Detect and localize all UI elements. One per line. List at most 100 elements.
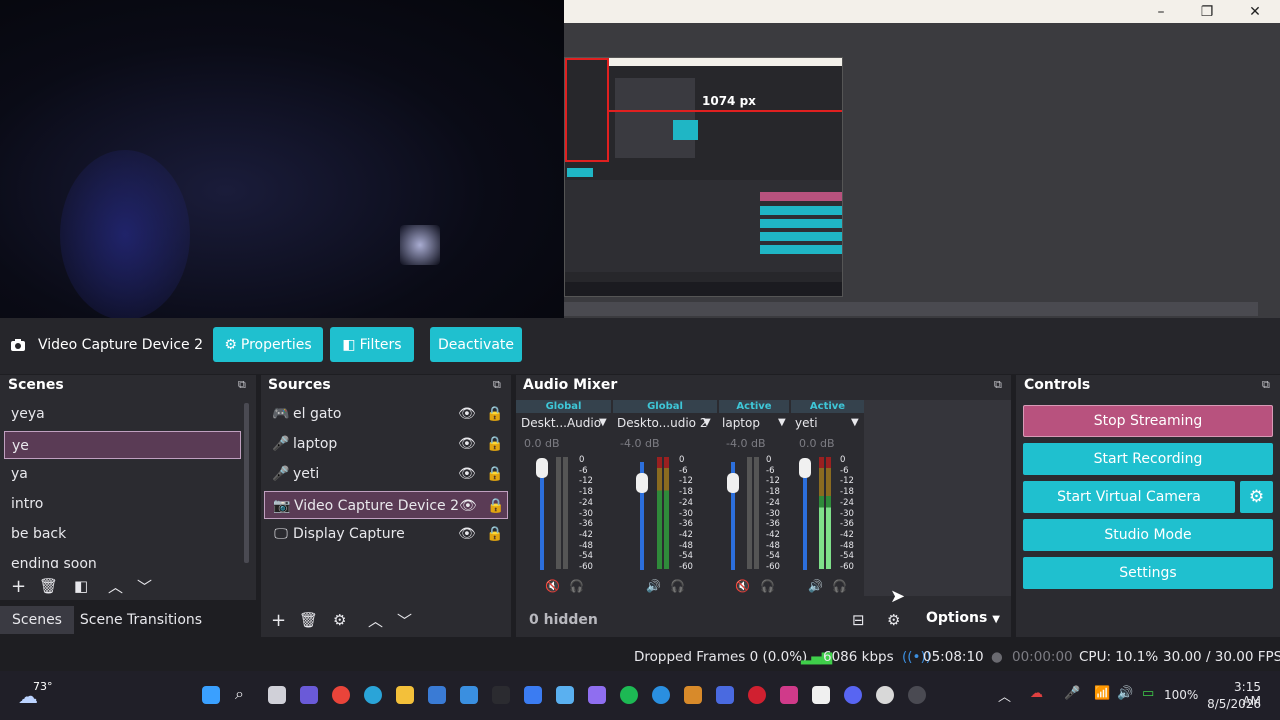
search-icon[interactable]: ⌕	[235, 684, 244, 704]
tab-scenes[interactable]: Scenes	[0, 606, 74, 634]
scene-item[interactable]: intro	[4, 490, 241, 518]
scene-scrollbar[interactable]	[244, 403, 249, 563]
instagram-icon[interactable]	[780, 686, 798, 704]
fader-handle[interactable]	[799, 458, 811, 478]
speaker-icon[interactable]: 🔊	[808, 579, 823, 593]
move-down-icon[interactable]: ﹀	[397, 610, 412, 631]
settings-button[interactable]: Settings	[1023, 557, 1273, 589]
filters-button[interactable]: ◧ Filters	[330, 327, 414, 362]
start-recording-button[interactable]: Start Recording	[1023, 443, 1273, 475]
microphone-icon[interactable]: 🎤	[1064, 686, 1080, 701]
app-icon[interactable]	[716, 686, 734, 704]
headphones-icon[interactable]: 🎧	[832, 579, 847, 593]
move-down-icon[interactable]: ﹀	[137, 576, 152, 597]
eye-icon[interactable]: 👁	[458, 400, 476, 428]
move-up-icon[interactable]: ︿	[368, 610, 383, 631]
virtual-camera-settings-icon[interactable]: ⚙	[1240, 481, 1273, 513]
options-button[interactable]: Options ▼	[926, 610, 1000, 626]
headphones-icon[interactable]: 🎧	[569, 579, 584, 593]
volume-fader[interactable]	[540, 462, 544, 570]
remove-source-icon[interactable]: 🗑	[299, 611, 318, 629]
undock-icon[interactable]: ⧉	[238, 378, 246, 392]
battery-icon[interactable]: ▭	[1142, 686, 1154, 701]
scene-filters-icon[interactable]: ◧	[74, 577, 88, 595]
speaker-icon[interactable]: 🔊	[646, 579, 661, 593]
undock-icon[interactable]: ⧉	[1262, 378, 1270, 392]
undock-icon[interactable]: ⧉	[994, 378, 1002, 392]
channel-menu-icon[interactable]: ▼	[851, 417, 859, 428]
preview-scrollbar[interactable]	[564, 302, 1258, 316]
teams-icon[interactable]	[300, 686, 318, 704]
eye-icon[interactable]: 👁	[458, 460, 476, 488]
cloud-status-icon[interactable]: ☁	[1030, 686, 1043, 701]
copilot-icon[interactable]	[556, 686, 574, 704]
lock-icon[interactable]: 🔒	[486, 400, 503, 428]
advanced-audio-icon[interactable]: ⚙	[887, 611, 900, 629]
add-scene-icon[interactable]: +	[11, 576, 26, 597]
source-row[interactable]: 📷 Video Capture Device 2 👁 🔒	[264, 491, 508, 519]
eye-icon[interactable]: 👁	[458, 430, 476, 458]
start-icon[interactable]	[202, 686, 220, 704]
muted-speaker-icon[interactable]: 🔇	[545, 579, 560, 593]
fader-handle[interactable]	[536, 458, 548, 478]
lock-icon[interactable]: 🔒	[486, 460, 503, 488]
edge-icon[interactable]	[364, 686, 382, 704]
clock-date[interactable]: 8/5/2026	[1203, 697, 1261, 711]
mail-icon[interactable]	[460, 686, 478, 704]
app-icon[interactable]	[684, 686, 702, 704]
chatgpt-icon[interactable]	[876, 686, 894, 704]
undock-icon[interactable]: ⧉	[493, 378, 501, 392]
scene-item[interactable]: be back	[4, 520, 241, 548]
channel-menu-icon[interactable]: ▼	[703, 417, 711, 428]
file-explorer-icon[interactable]	[396, 686, 414, 704]
chrome-icon[interactable]	[332, 686, 350, 704]
volume-icon[interactable]: 🔊	[1117, 686, 1133, 701]
stop-streaming-button[interactable]: Stop Streaming	[1023, 405, 1273, 437]
wifi-icon[interactable]: 📶	[1094, 686, 1110, 701]
eye-icon[interactable]: 👁	[459, 492, 477, 520]
source-row[interactable]: 🎤 yeti 👁 🔒	[264, 460, 508, 488]
studio-mode-button[interactable]: Studio Mode	[1023, 519, 1273, 551]
help-icon[interactable]	[652, 686, 670, 704]
headphones-icon[interactable]: 🎧	[760, 579, 775, 593]
fader-handle[interactable]	[636, 473, 648, 493]
source-properties-icon[interactable]: ⚙	[333, 611, 346, 629]
channel-menu-icon[interactable]: ▼	[778, 417, 786, 428]
remove-scene-icon[interactable]: 🗑	[39, 577, 58, 595]
chevron-up-icon[interactable]: ︿	[998, 686, 1011, 705]
properties-button[interactable]: ⚙ Properties	[213, 327, 323, 362]
channel-menu-icon[interactable]: ▼	[599, 417, 607, 428]
source-row[interactable]: 🎤 laptop 👁 🔒	[264, 430, 508, 458]
tab-scene-transitions[interactable]: Scene Transitions	[78, 606, 204, 634]
source-row[interactable]: 🎮 el gato 👁 🔒	[264, 400, 508, 428]
amazon-icon[interactable]	[812, 686, 830, 704]
move-up-icon[interactable]: ︿	[108, 576, 123, 597]
spotify-icon[interactable]	[620, 686, 638, 704]
scene-item[interactable]: ye	[4, 431, 241, 459]
stream-time: 05:08:10	[923, 649, 984, 665]
dropbox-icon[interactable]	[524, 686, 542, 704]
start-virtual-camera-button[interactable]: Start Virtual Camera	[1023, 481, 1235, 513]
scene-item[interactable]: ya	[4, 460, 241, 488]
discord-icon[interactable]	[844, 686, 862, 704]
store-icon[interactable]	[428, 686, 446, 704]
fader-handle[interactable]	[727, 473, 739, 493]
source-row[interactable]: 🖵 Display Capture 👁 🔒	[264, 520, 508, 548]
headphones-icon[interactable]: 🎧	[670, 579, 685, 593]
task-view-icon[interactable]	[268, 686, 286, 704]
volume-fader[interactable]	[803, 462, 807, 570]
copilot-pro-icon[interactable]	[588, 686, 606, 704]
lock-icon[interactable]: 🔒	[487, 492, 504, 520]
muted-speaker-icon[interactable]: 🔇	[735, 579, 750, 593]
opera-icon[interactable]	[748, 686, 766, 704]
app-icon[interactable]	[492, 686, 510, 704]
add-source-icon[interactable]: +	[271, 610, 286, 631]
layout-icon[interactable]: ⊟	[852, 611, 865, 629]
scene-item[interactable]: yeya	[4, 400, 241, 428]
eye-icon[interactable]: 👁	[458, 520, 476, 548]
obs-icon[interactable]	[908, 686, 926, 704]
lock-icon[interactable]: 🔒	[486, 430, 503, 458]
lock-icon[interactable]: 🔒	[486, 520, 503, 548]
scene-item[interactable]: ending soon	[4, 550, 241, 568]
deactivate-button[interactable]: Deactivate	[430, 327, 522, 362]
